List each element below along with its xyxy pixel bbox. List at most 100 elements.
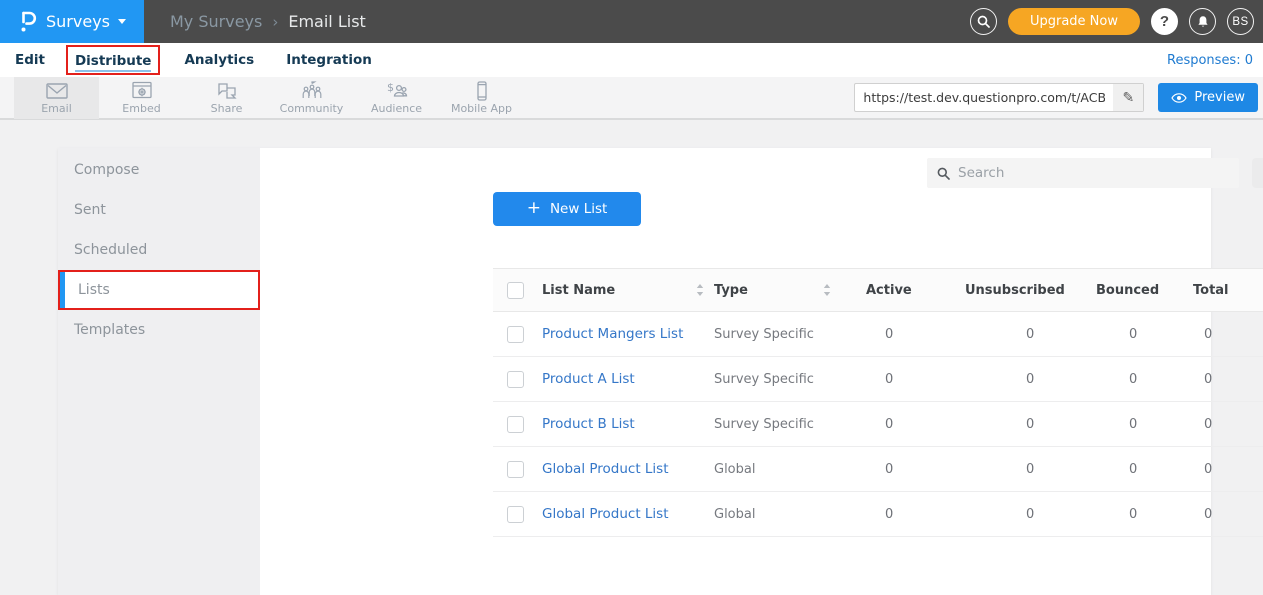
svg-text:$: $ (387, 81, 394, 94)
search-input[interactable] (958, 165, 1229, 181)
unsubscribed-count: 0 (965, 327, 1034, 342)
total-count: 0 (1193, 417, 1212, 432)
annotation-box-distribute: Distribute (66, 45, 161, 75)
questionpro-logo-icon (18, 10, 38, 34)
total-count: 0 (1193, 462, 1212, 477)
preview-button[interactable]: Preview (1158, 83, 1258, 112)
bounced-count: 0 (1096, 372, 1137, 387)
responses-count[interactable]: Responses: 0 (1167, 53, 1253, 68)
sidebar-item-sent[interactable]: Sent (58, 190, 260, 230)
breadcrumb: My Surveys › Email List (170, 12, 366, 31)
list-name-link[interactable]: Global Product List (542, 461, 669, 477)
product-switcher-label: Surveys (46, 12, 110, 31)
tab-analytics[interactable]: Analytics (184, 52, 254, 68)
plus-icon: + (527, 198, 541, 218)
channel-mobile-app[interactable]: Mobile App (439, 76, 524, 119)
table-header-row: List Name Type Active Unsubscribed Bounc… (493, 268, 1263, 312)
row-checkbox[interactable] (507, 326, 524, 343)
channel-email[interactable]: Email (14, 76, 99, 119)
user-avatar[interactable]: BS (1227, 8, 1254, 35)
active-indicator-bar (60, 272, 65, 308)
row-checkbox[interactable] (507, 461, 524, 478)
sidebar-item-scheduled[interactable]: Scheduled (58, 230, 260, 270)
sidebar-item-lists[interactable]: Lists (58, 270, 260, 310)
column-header-total: Total (1193, 283, 1229, 298)
unsubscribed-count: 0 (965, 372, 1034, 387)
channel-audience[interactable]: $ Audience (354, 76, 439, 119)
channel-label: Mobile App (451, 102, 512, 115)
breadcrumb-current: Email List (288, 12, 365, 31)
list-type-filter-dropdown[interactable]: All (1252, 158, 1263, 188)
header-actions: Upgrade Now ? BS (970, 8, 1254, 35)
sort-icon[interactable] (696, 284, 704, 296)
upgrade-now-button[interactable]: Upgrade Now (1008, 8, 1140, 35)
unsubscribed-count: 0 (965, 462, 1034, 477)
toolbar-right-group: ✎ Preview (854, 83, 1258, 112)
active-count: 0 (866, 327, 893, 342)
active-count: 0 (866, 372, 893, 387)
list-name-link[interactable]: Product A List (542, 371, 635, 387)
sidebar-item-compose[interactable]: Compose (58, 150, 260, 190)
select-all-checkbox[interactable] (507, 282, 524, 299)
list-type: Global (714, 507, 755, 522)
distribute-toolbar: Email Embed Share Community $ Audience (0, 77, 1263, 120)
pencil-icon: ✎ (1123, 89, 1135, 106)
list-name-link[interactable]: Product Mangers List (542, 326, 683, 342)
tab-distribute[interactable]: Distribute (75, 53, 152, 72)
sidebar-item-templates[interactable]: Templates (58, 310, 260, 350)
eye-icon (1171, 93, 1187, 103)
survey-url-input[interactable] (855, 84, 1113, 111)
bounced-count: 0 (1096, 327, 1137, 342)
mobile-app-icon (470, 81, 494, 101)
list-type: Survey Specific (714, 372, 814, 387)
search-button[interactable] (970, 8, 997, 35)
channel-label: Share (211, 102, 243, 115)
column-header-list-name[interactable]: List Name (542, 283, 615, 298)
table-row: Product A List Survey Specific 0 0 0 0 (493, 357, 1263, 402)
channel-label: Community (280, 102, 344, 115)
total-count: 0 (1193, 327, 1212, 342)
channel-share[interactable]: Share (184, 76, 269, 119)
audience-icon: $ (385, 81, 409, 101)
channel-community[interactable]: Community (269, 76, 354, 119)
row-checkbox[interactable] (507, 416, 524, 433)
channel-embed[interactable]: Embed (99, 76, 184, 119)
column-header-unsubscribed: Unsubscribed (965, 283, 1065, 298)
survey-nav-bar: Edit Distribute Analytics Integration Re… (0, 43, 1263, 77)
tab-edit[interactable]: Edit (15, 52, 45, 68)
product-switcher[interactable]: Surveys (0, 0, 144, 43)
breadcrumb-separator-icon: › (272, 13, 278, 31)
table-row: Global Product List Global 0 0 0 0 (493, 492, 1263, 537)
survey-url-box: ✎ (854, 83, 1144, 112)
bell-icon (1196, 15, 1210, 29)
help-button[interactable]: ? (1151, 8, 1178, 35)
preview-label: Preview (1194, 90, 1245, 105)
row-checkbox[interactable] (507, 506, 524, 523)
channel-tabs: Email Embed Share Community $ Audience (14, 76, 524, 119)
edit-url-button[interactable]: ✎ (1113, 84, 1143, 111)
channel-label: Email (41, 102, 72, 115)
notifications-button[interactable] (1189, 8, 1216, 35)
list-name-link[interactable]: Global Product List (542, 506, 669, 522)
bounced-count: 0 (1096, 462, 1137, 477)
list-type: Survey Specific (714, 417, 814, 432)
question-mark-icon: ? (1160, 13, 1169, 30)
table-row: Global Product List Global 0 0 0 0 (493, 447, 1263, 492)
tab-integration[interactable]: Integration (286, 52, 372, 68)
sort-icon[interactable] (823, 284, 831, 296)
column-header-type[interactable]: Type (714, 283, 748, 298)
list-type: Survey Specific (714, 327, 814, 342)
email-lists-card: Compose Sent Scheduled Lists Templates A… (58, 148, 1211, 595)
total-count: 0 (1193, 507, 1212, 522)
bounced-count: 0 (1096, 507, 1137, 522)
list-name-link[interactable]: Product B List (542, 416, 635, 432)
row-checkbox[interactable] (507, 371, 524, 388)
new-list-button[interactable]: + New List (493, 192, 641, 226)
new-list-label: New List (550, 201, 607, 217)
channel-label: Audience (371, 102, 422, 115)
unsubscribed-count: 0 (965, 507, 1034, 522)
sidebar-item-label: Lists (78, 282, 110, 298)
total-count: 0 (1193, 372, 1212, 387)
breadcrumb-parent[interactable]: My Surveys (170, 12, 262, 31)
email-icon (45, 81, 69, 101)
